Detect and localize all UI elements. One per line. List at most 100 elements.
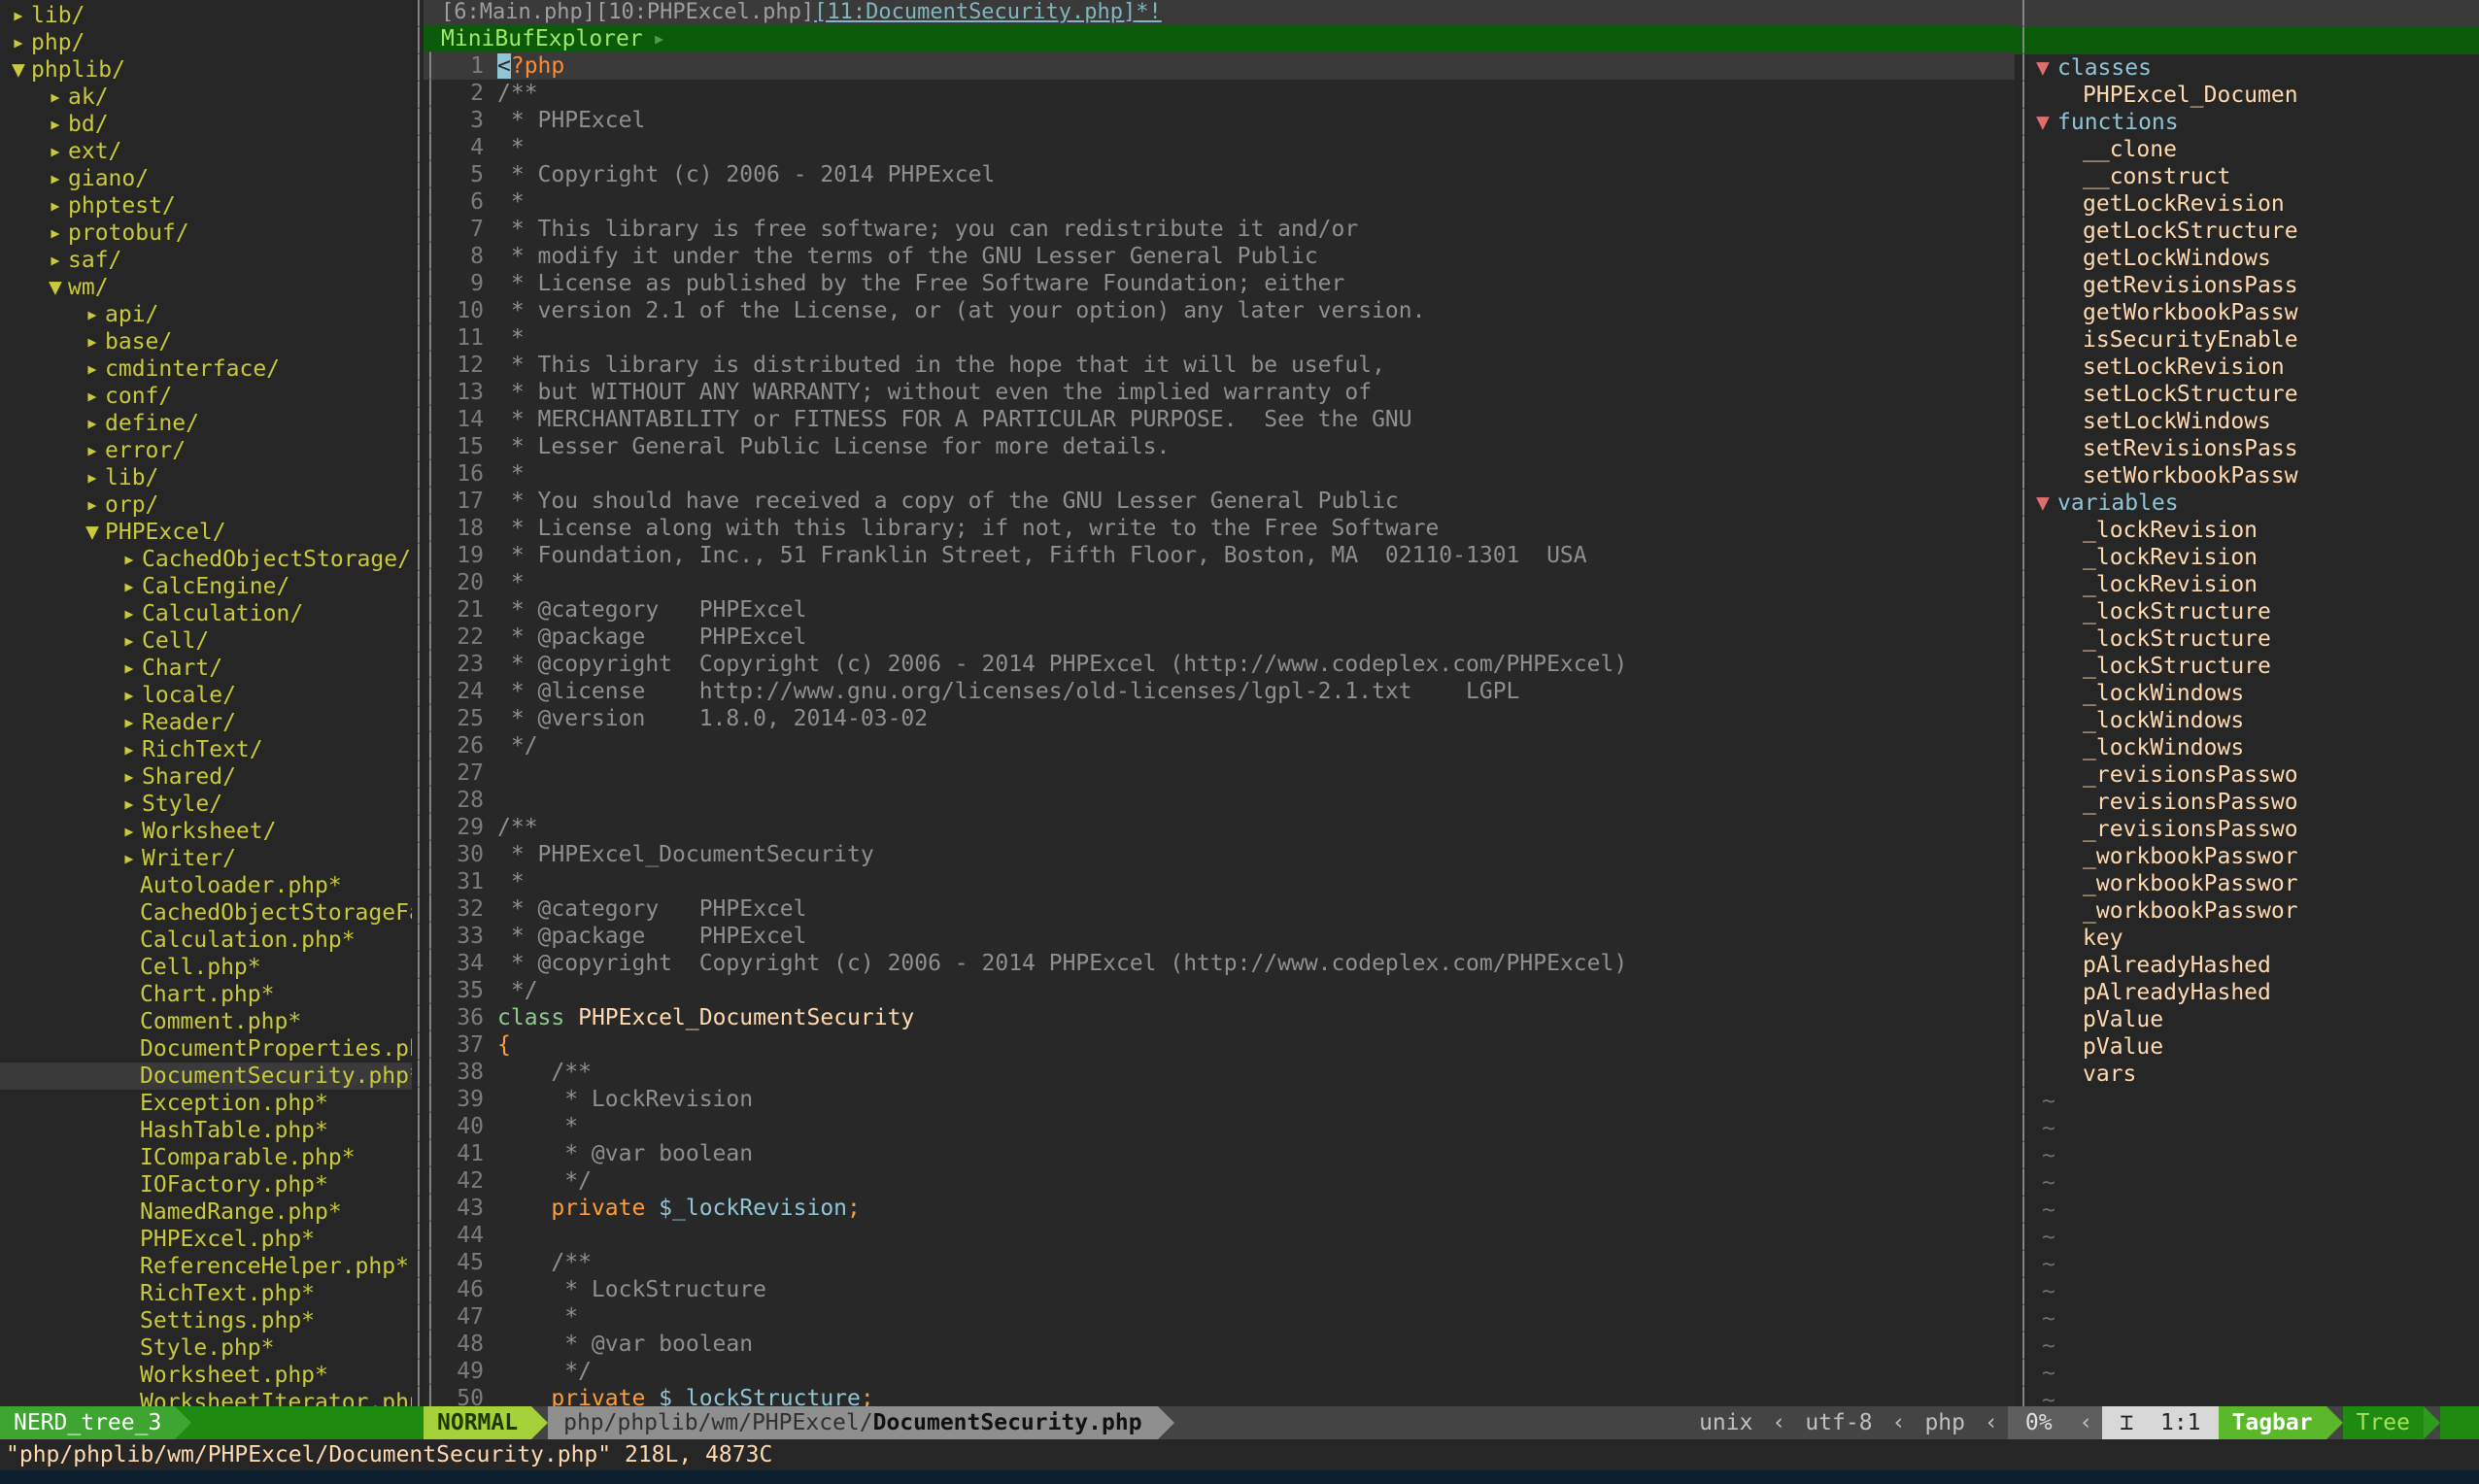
chevron-right-icon[interactable]: ▸ [122,709,142,736]
chevron-right-icon[interactable]: ▸ [122,627,142,655]
chevron-right-icon[interactable]: ▸ [122,655,142,682]
chevron-right-icon[interactable]: ▸ [12,29,31,56]
code-line[interactable]: │ 4 * [424,134,2015,161]
tagbar-tag-row[interactable]: _revisionsPasswo [2032,816,2479,843]
code-line[interactable]: │ 26 */ [424,732,2015,759]
nerdtree-file-row[interactable]: Autoloader.php* [0,872,424,899]
chevron-right-icon[interactable]: ▸ [122,573,142,600]
nerdtree-dir-row[interactable]: ▸ php/ [0,29,424,56]
code-line[interactable]: │ 16 * [424,460,2015,488]
chevron-right-icon[interactable]: ▸ [85,355,105,383]
nerdtree-dir-row[interactable]: ▸ Style/ [0,791,424,818]
nerdtree-file-row[interactable]: IOFactory.php* [0,1171,424,1198]
chevron-right-icon[interactable]: ▸ [85,383,105,410]
code-line[interactable]: │ 49 */ [424,1358,2015,1385]
nerdtree-dir-row[interactable]: ▸ conf/ [0,383,424,410]
tagbar-tag-row[interactable]: isSecurityEnable [2032,326,2479,354]
tagbar-tag-row[interactable]: setWorkbookPassw [2032,462,2479,489]
nerdtree-file-row[interactable]: DocumentSecurity.php* [0,1062,424,1090]
code-line[interactable]: │ 27 [424,759,2015,787]
tagbar-group-row[interactable]: ▼ functions [2032,109,2479,136]
code-line[interactable]: │ 40 * [424,1113,2015,1140]
code-line[interactable]: │ 47 * [424,1303,2015,1331]
chevron-right-icon[interactable]: ▸ [49,192,68,219]
tagbar-tag-row[interactable]: setLockWindows [2032,408,2479,435]
code-line[interactable]: │ 31 * [424,868,2015,895]
tagbar-tag-row[interactable]: __clone [2032,136,2479,163]
code-line[interactable]: │ 1 <?php [424,52,2015,80]
tagbar-tag-row[interactable]: pValue [2032,1006,2479,1033]
code-line[interactable]: │ 24 * @license http://www.gnu.org/licens… [424,678,2015,705]
chevron-right-icon[interactable]: ▸ [49,165,68,192]
code-line[interactable]: │ 14 * MERCHANTABILITY or FITNESS FOR A P… [424,406,2015,433]
code-line[interactable]: │ 48 * @var boolean [424,1331,2015,1358]
chevron-right-icon[interactable]: ▸ [49,219,68,247]
tagbar-tag-row[interactable]: getLockWindows [2032,245,2479,272]
nerdtree-dir-row[interactable]: ▸ locale/ [0,682,424,709]
code-line[interactable]: │ 13 * but WITHOUT ANY WARRANTY; without … [424,379,2015,406]
nerdtree-dir-row[interactable]: ▸ lib/ [0,464,424,491]
nerdtree-file-row[interactable]: Settings.php* [0,1307,424,1334]
tagbar-tag-row[interactable]: _workbookPasswor [2032,897,2479,925]
code-line[interactable]: │ 9 * License as published by the Free So… [424,270,2015,297]
code-line[interactable]: │ 22 * @package PHPExcel [424,624,2015,651]
tagbar-tag-row[interactable]: _revisionsPasswo [2032,761,2479,789]
chevron-right-icon[interactable]: ▸ [49,138,68,165]
tagbar-tag-row[interactable]: pAlreadyHashed [2032,952,2479,979]
code-line[interactable]: │ 12 * This library is distributed in the… [424,352,2015,379]
code-line[interactable]: │ 19 * Foundation, Inc., 51 Franklin Stre… [424,542,2015,569]
nerdtree-dir-row[interactable]: ▸ Shared/ [0,763,424,791]
nerdtree-file-row[interactable]: HashTable.php* [0,1117,424,1144]
chevron-down-icon[interactable]: ▼ [85,519,105,546]
tagbar-tag-row[interactable]: getRevisionsPass [2032,272,2479,299]
tagbar-tag-row[interactable]: _lockRevision [2032,544,2479,571]
nerdtree-file-row[interactable]: DocumentProperties.ph [0,1035,424,1062]
code-line[interactable]: │ 5 * Copyright (c) 2006 - 2014 PHPExcel [424,161,2015,188]
code-line[interactable]: │ 37 { [424,1031,2015,1059]
code-line[interactable]: │ 50 private $_lockStructure; [424,1385,2015,1406]
nerdtree-dir-row[interactable]: ▸ Calculation/ [0,600,424,627]
nerdtree-file-row[interactable]: CachedObjectStorageFa [0,899,424,927]
buffer-tab-line[interactable]: [6:Main.php][10:PHPExcel.php][11:Documen… [424,0,2015,25]
code-line[interactable]: │ 43 private $_lockRevision; [424,1195,2015,1222]
tagbar-tag-row[interactable]: getWorkbookPassw [2032,299,2479,326]
nerdtree-dir-row[interactable]: ▸ lib/ [0,2,424,29]
tagbar-tag-row[interactable]: _lockWindows [2032,680,2479,707]
code-line[interactable]: │ 30 * PHPExcel_DocumentSecurity [424,841,2015,868]
chevron-right-icon[interactable]: ▸ [49,111,68,138]
chevron-right-icon[interactable]: ▸ [85,491,105,519]
code-line[interactable]: │ 42 */ [424,1167,2015,1195]
buffer-tab[interactable]: [11:DocumentSecurity.php] [814,0,1136,24]
chevron-right-icon[interactable]: ▸ [85,328,105,355]
nerdtree-dir-row[interactable]: ▸ ak/ [0,84,424,111]
chevron-right-icon[interactable]: ▸ [122,736,142,763]
code-line[interactable]: │ 32 * @category PHPExcel [424,895,2015,923]
code-line[interactable]: │ 8 * modify it under the terms of the GN… [424,243,2015,270]
minibufexplorer-title-bar[interactable]: MiniBufExplorer ▸ [424,25,2015,52]
chevron-down-icon[interactable]: ▼ [12,56,31,84]
nerdtree-dir-row[interactable]: ▸ define/ [0,410,424,437]
chevron-down-icon[interactable]: ▼ [2036,109,2057,136]
code-line[interactable]: │ 39 * LockRevision [424,1086,2015,1113]
nerdtree-dir-row[interactable]: ▸ RichText/ [0,736,424,763]
code-line[interactable]: │ 6 * [424,188,2015,216]
chevron-right-icon[interactable]: ▸ [12,2,31,29]
nerdtree-dir-row[interactable]: ▼ PHPExcel/ [0,519,424,546]
code-line[interactable]: │ 2 /** [424,80,2015,107]
buffer-tab[interactable]: [6:Main.php] [441,0,595,24]
tagbar-tag-row[interactable]: setLockRevision [2032,354,2479,381]
nerdtree-file-row[interactable]: Calculation.php* [0,927,424,954]
tagbar-tag-row[interactable]: _lockStructure [2032,625,2479,653]
code-editor-pane[interactable]: [6:Main.php][10:PHPExcel.php][11:Documen… [424,0,2015,1406]
chevron-right-icon[interactable]: ▸ [122,791,142,818]
nerdtree-file-row[interactable]: Cell.php* [0,954,424,981]
tagbar-tag-row[interactable]: _workbookPasswor [2032,870,2479,897]
chevron-right-icon[interactable]: ▸ [85,410,105,437]
nerdtree-dir-row[interactable]: ▸ phptest/ [0,192,424,219]
chevron-right-icon[interactable]: ▸ [85,437,105,464]
nerdtree-dir-row[interactable]: ▸ orp/ [0,491,424,519]
nerdtree-file-row[interactable]: PHPExcel.php* [0,1226,424,1253]
nerdtree-dir-row[interactable]: ▸ CalcEngine/ [0,573,424,600]
buffer-tab[interactable]: [10:PHPExcel.php] [595,0,814,24]
code-line[interactable]: │ 35 */ [424,977,2015,1004]
